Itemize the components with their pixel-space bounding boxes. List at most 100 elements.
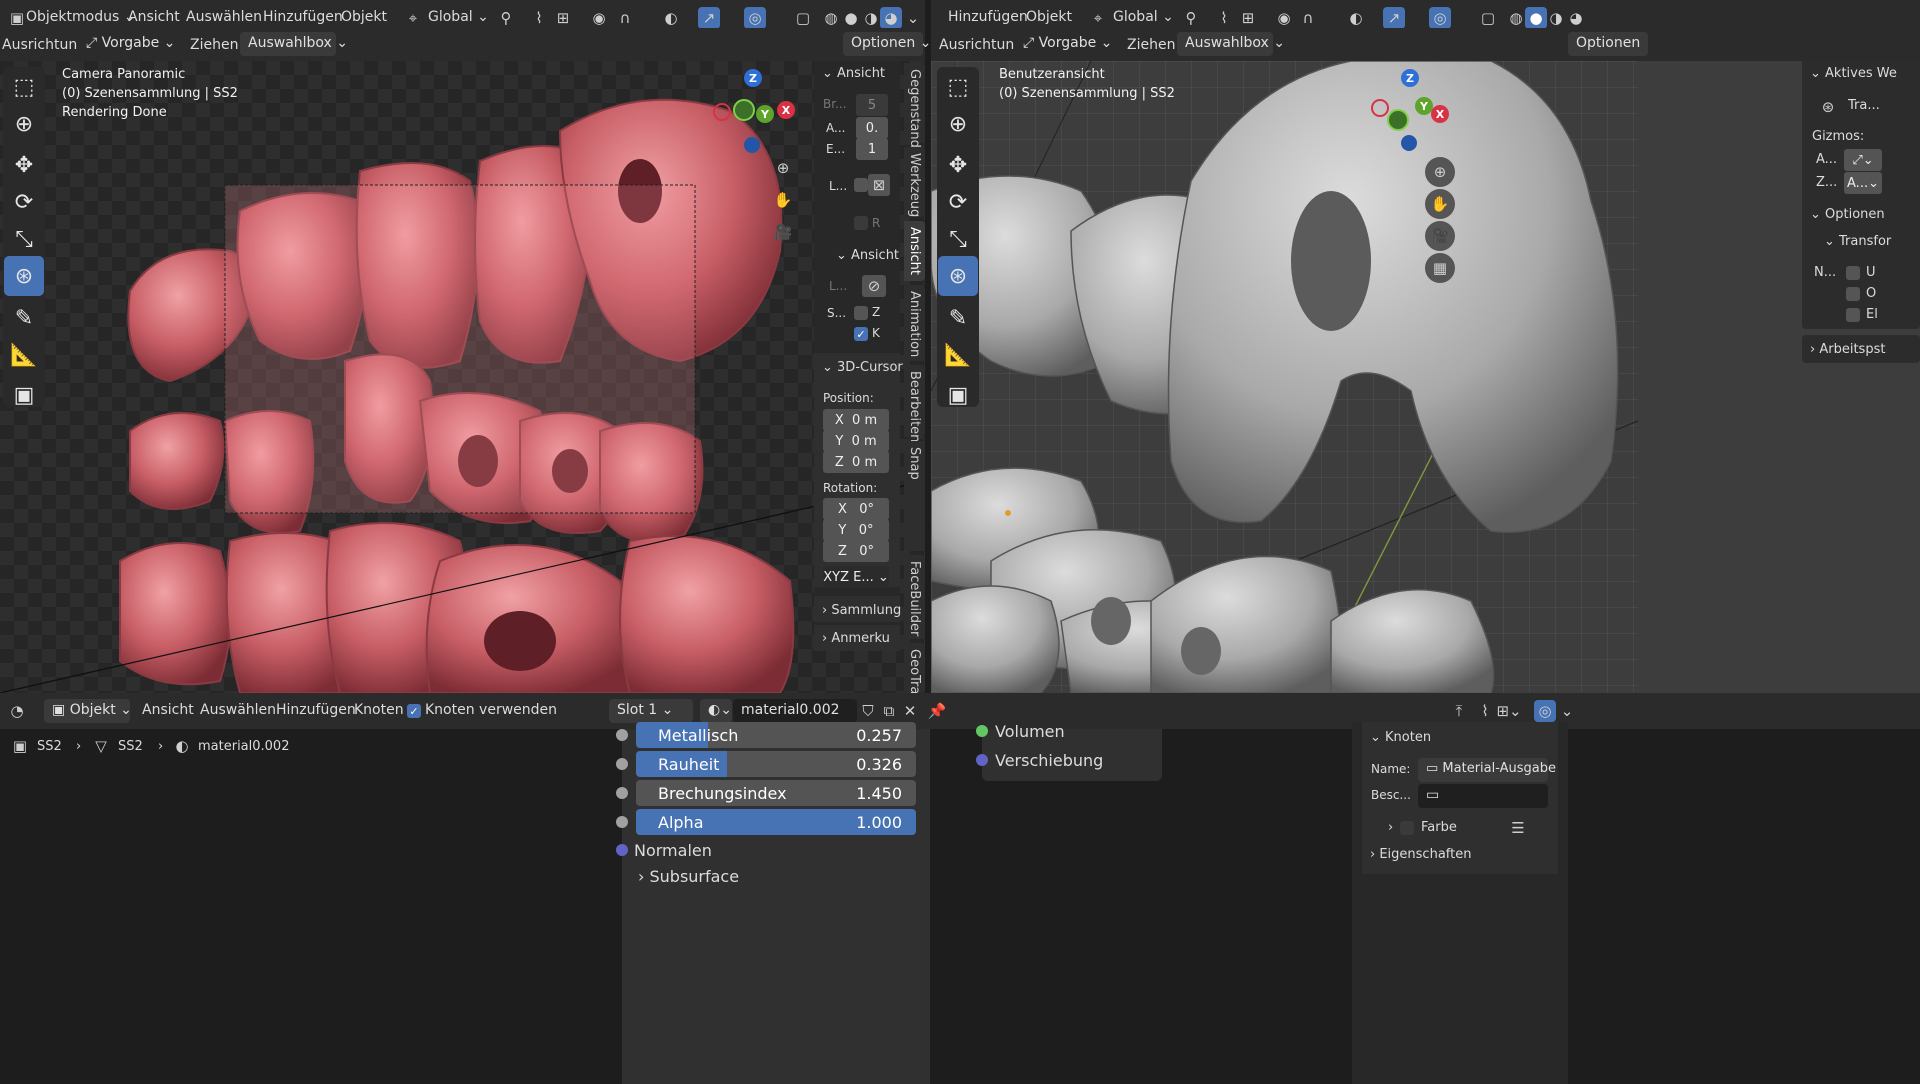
right-scale-tool-icon[interactable]: ⤡ — [938, 219, 978, 259]
transform-tool-icon[interactable]: ⊛ — [4, 256, 44, 296]
displacement-socket[interactable] — [976, 754, 988, 766]
scale-tool-icon[interactable]: ⤡ — [4, 219, 44, 259]
right-pivot-icon[interactable]: ⚲ — [1180, 7, 1202, 29]
ior-slider[interactable]: Brechungsindex 1.450 — [636, 780, 916, 806]
right-gizmo-neg-x[interactable] — [1371, 99, 1389, 117]
node-menu-add[interactable]: Hinzufügen — [276, 702, 356, 718]
node-menu-view[interactable]: Ansicht — [142, 702, 194, 718]
unlink-material-icon[interactable]: ✕ — [899, 700, 921, 722]
properties-panel-header[interactable]: › Eigenschaften — [1370, 847, 1471, 862]
right-move-tool-icon[interactable]: ✥ — [938, 145, 978, 185]
falloff-icon[interactable]: ∩ — [614, 7, 636, 29]
right-zoom-icon[interactable]: ⊕ — [1425, 157, 1455, 187]
pivot-icon[interactable]: ⚲ — [495, 7, 517, 29]
right-gizmo-neg-y[interactable] — [1387, 109, 1409, 131]
snap-icon[interactable]: ⌇ — [528, 7, 550, 29]
camera-view-icon[interactable]: 🎥 — [772, 221, 794, 243]
annotate-tool-icon[interactable]: ✎ — [4, 298, 44, 338]
right-proportional-icon[interactable]: ◉ — [1273, 7, 1295, 29]
node-overlay-icon[interactable]: ◎ — [1534, 700, 1556, 722]
transform-check-u[interactable] — [1846, 266, 1860, 280]
orientation-dropdown[interactable]: Global ⌄ — [428, 9, 489, 25]
tab-view[interactable]: Ansicht — [904, 221, 925, 281]
options-panel-header[interactable]: ⌄ Optionen — [1810, 207, 1885, 222]
field-br[interactable]: 5 — [856, 94, 888, 116]
alpha-slider[interactable]: Alpha 1.000 — [636, 809, 916, 835]
collection-panel-header[interactable]: › Sammlung — [822, 603, 901, 618]
eyedropper-icon[interactable]: ⊘ — [862, 275, 886, 297]
field-e[interactable]: 1 — [856, 138, 888, 160]
material-name-field[interactable]: material0.002 — [733, 699, 857, 723]
visibility-icon[interactable]: ◐ — [660, 7, 682, 29]
node-menu-node[interactable]: Knoten — [354, 702, 404, 718]
menu-view[interactable]: Ansicht — [128, 9, 180, 25]
select-box-icon[interactable]: ⬚ — [4, 67, 44, 107]
right-shading-solid-icon[interactable]: ● — [1525, 7, 1547, 29]
gizmo-z-axis[interactable]: Z — [744, 69, 762, 87]
node-object-type-dropdown[interactable]: ▣ Objekt ⌄ — [44, 699, 132, 723]
node-desc-field[interactable]: ▭ — [1418, 784, 1548, 808]
normal-socket[interactable] — [616, 844, 628, 856]
gizmo-y-axis[interactable]: Y — [756, 105, 774, 123]
material-browse-button[interactable]: ◐⌄ — [700, 699, 732, 723]
color-panel-toggle[interactable]: › — [1388, 820, 1393, 835]
tab-animation[interactable]: Animation — [904, 285, 925, 361]
metallic-socket[interactable] — [616, 729, 628, 741]
right-drag-dropdown[interactable]: Auswahlbox ⌄ — [1177, 32, 1285, 56]
right-annotate-tool-icon[interactable]: ✎ — [938, 298, 978, 338]
shading-wireframe-icon[interactable]: ◍ — [820, 7, 842, 29]
subsurface-panel-toggle[interactable]: › Subsurface — [638, 867, 739, 886]
principled-bsdf-node[interactable]: Metallisch 0.257 Rauheit 0.326 Brechungs… — [616, 722, 930, 1084]
right-cursor-tool-icon[interactable]: ⊕ — [938, 104, 978, 144]
alpha-socket[interactable] — [616, 816, 628, 828]
right-visibility-icon[interactable]: ◐ — [1345, 7, 1367, 29]
tab-psx-vertex-snap[interactable]: PSX Vertex Snap — [904, 441, 925, 551]
editor-type-icon[interactable]: ▣ — [6, 7, 28, 29]
cursor-pos-z[interactable]: Z 0 m — [823, 451, 889, 473]
right-gizmo-neg-z[interactable] — [1401, 135, 1417, 151]
k-checkbox[interactable]: ✓ — [854, 327, 868, 341]
move-tool-icon[interactable]: ✥ — [4, 145, 44, 185]
gizmo-neg-x[interactable] — [713, 103, 731, 121]
lock-camera-icon[interactable]: ⊠ — [868, 174, 890, 196]
snap-target-icon[interactable]: ⊞ — [552, 7, 574, 29]
breadcrumb-mesh[interactable]: SS2 — [118, 739, 143, 754]
node-editor-canvas[interactable]: ▣ SS2 › ▽ SS2 › ◐ material0.002 Metallis… — [0, 722, 1920, 1084]
transform-tool-icon-panel[interactable]: ⊛ — [1814, 93, 1842, 121]
right-rotate-tool-icon[interactable]: ⟳ — [938, 182, 978, 222]
right-transform-tool-icon[interactable]: ⊛ — [938, 256, 978, 296]
shading-material-icon[interactable]: ◑ — [860, 7, 882, 29]
breadcrumb-object[interactable]: SS2 — [37, 739, 62, 754]
transform-panel-header[interactable]: ⌄ Transfor — [1824, 234, 1891, 249]
cursor-pos-x[interactable]: X 0 m — [823, 409, 889, 431]
transform-check-el[interactable] — [1846, 308, 1860, 322]
node-menu-select[interactable]: Auswählen — [200, 702, 276, 718]
pin-icon[interactable]: 📌 — [926, 700, 948, 722]
right-shading-rendered-icon[interactable]: ◕ — [1565, 7, 1587, 29]
menu-select[interactable]: Auswählen — [186, 9, 262, 25]
node-overlay-options-icon[interactable]: ⌄ — [1556, 700, 1578, 722]
options-dropdown[interactable]: Optionen ⌄ — [843, 32, 931, 56]
transform-check-o[interactable] — [1846, 287, 1860, 301]
zoom-icon[interactable]: ⊕ — [772, 157, 794, 179]
cursor-rot-x[interactable]: X 0° — [823, 498, 889, 520]
slot-dropdown[interactable]: Slot 1 ⌄ — [609, 699, 693, 723]
measure-tool-icon[interactable]: 📐 — [4, 335, 44, 375]
tab-tool[interactable]: Werkzeug — [904, 147, 925, 217]
right-shading-wireframe-icon[interactable]: ◍ — [1505, 7, 1527, 29]
right-align-dropdown[interactable]: ⤢ Vorgabe ⌄ — [1015, 32, 1117, 56]
right-gizmo-toggle-icon[interactable]: ↗ — [1383, 7, 1405, 29]
gizmo-toggle-icon[interactable]: ↗ — [698, 7, 720, 29]
node-snap-target-icon[interactable]: ⊞⌄ — [1496, 700, 1521, 722]
view-sub-header[interactable]: ⌄ Ansicht — [836, 248, 899, 263]
right-pan-hand-icon[interactable]: ✋ — [1425, 189, 1455, 219]
r-checkbox[interactable] — [854, 216, 868, 230]
material-output-node[interactable]: Volumen Verschiebung — [976, 722, 1162, 781]
breadcrumb-material[interactable]: material0.002 — [198, 739, 289, 754]
use-nodes-checkbox[interactable]: ✓ — [407, 704, 421, 718]
right-viewport[interactable]: Benutzeransicht (0) Szenensammlung | SS2… — [931, 61, 1638, 693]
xray-icon[interactable]: ▢ — [792, 7, 814, 29]
pan-hand-icon[interactable]: ✋ — [772, 189, 794, 211]
gizmo-row-z-dropdown[interactable]: A... ⌄ — [1844, 172, 1882, 194]
rotate-tool-icon[interactable]: ⟳ — [4, 182, 44, 222]
